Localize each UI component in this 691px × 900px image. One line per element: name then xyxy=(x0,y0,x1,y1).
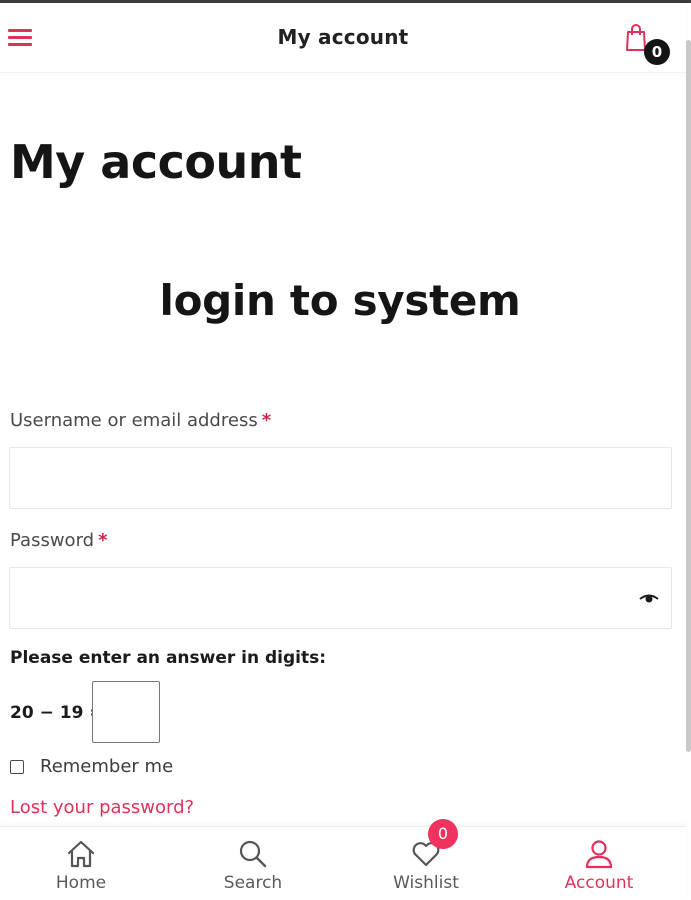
nav-item-search[interactable]: Search xyxy=(167,827,339,900)
nav-item-account[interactable]: Account xyxy=(513,827,685,900)
captcha-equation: 20 − 19 = xyxy=(10,703,104,723)
home-icon xyxy=(67,840,95,868)
nav-label-search: Search xyxy=(223,873,283,893)
top-header: My account 0 xyxy=(0,3,686,73)
search-icon xyxy=(239,840,267,868)
captcha-prompt: Please enter an answer in digits: xyxy=(10,648,327,668)
username-label: Username or email address * xyxy=(10,410,272,431)
username-input[interactable] xyxy=(10,448,671,508)
nav-item-wishlist[interactable]: 0 Wishlist xyxy=(340,819,512,900)
password-field-wrapper xyxy=(9,567,672,629)
nav-label-account: Account xyxy=(564,873,634,893)
bottom-navigation: Home Search 0 Wishlist Account xyxy=(0,819,686,900)
captcha-answer-input[interactable] xyxy=(93,682,159,742)
cart-button[interactable]: 0 xyxy=(624,23,672,67)
nav-label-home: Home xyxy=(55,873,107,893)
remember-me-label: Remember me xyxy=(40,756,174,777)
remember-me-option[interactable]: Remember me xyxy=(10,756,173,777)
nav-label-wishlist: Wishlist xyxy=(393,873,459,893)
user-icon xyxy=(585,840,613,869)
nav-item-home[interactable]: Home xyxy=(0,827,167,900)
page-scrollbar[interactable] xyxy=(686,40,691,752)
cart-count-badge: 0 xyxy=(644,39,670,65)
password-input[interactable] xyxy=(10,568,671,628)
wishlist-count-badge: 0 xyxy=(428,819,458,849)
login-heading: login to system xyxy=(159,276,521,325)
page-title: My account xyxy=(10,135,302,189)
remember-me-checkbox[interactable] xyxy=(10,759,24,774)
required-marker: * xyxy=(98,530,108,551)
username-field-wrapper xyxy=(9,447,672,509)
captcha-answer-field xyxy=(92,681,160,743)
password-label: Password * xyxy=(10,530,108,551)
required-marker: * xyxy=(261,410,272,431)
show-password-eye-icon[interactable] xyxy=(637,586,661,610)
header-title: My account xyxy=(277,25,409,49)
lost-password-link[interactable]: Lost your password? xyxy=(10,797,194,818)
